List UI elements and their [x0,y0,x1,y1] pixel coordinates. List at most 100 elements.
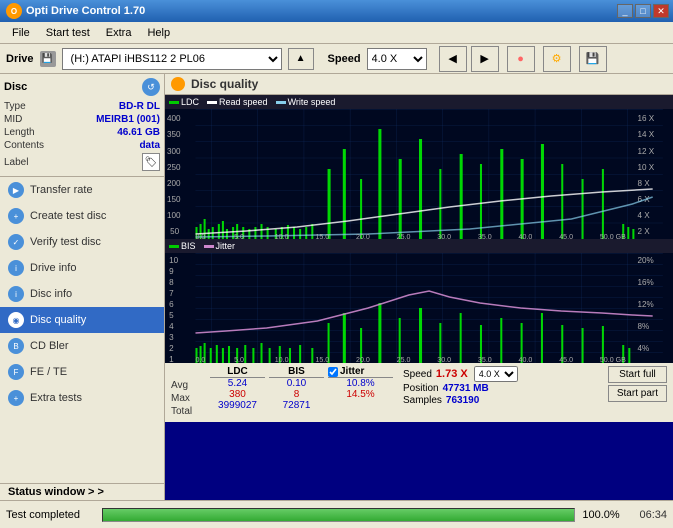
jitter-legend-label: Jitter [216,241,236,251]
prev-button[interactable]: ◀ [439,46,467,72]
jitter-legend-item: Jitter [204,241,236,251]
transfer-rate-label: Transfer rate [30,184,93,196]
avg-label: Avg [171,380,206,393]
minimize-button[interactable]: _ [617,4,633,18]
main-area: Disc ↺ Type BD-R DL MID MEIRB1 (001) Len… [0,74,673,500]
svg-text:100: 100 [167,211,181,220]
status-window-label: Status window > > [8,486,104,498]
ldc-legend-label: LDC [181,97,199,107]
bis-stats: BIS 0.10 8 72871 [269,366,324,411]
disc-section: Disc ↺ Type BD-R DL MID MEIRB1 (001) Len… [0,74,164,177]
svg-text:200: 200 [167,179,181,188]
disc-label-icon[interactable]: 🏷 [142,153,160,171]
disc-quality-icon: ◉ [8,312,24,328]
svg-text:4 X: 4 X [637,211,650,220]
svg-text:12 X: 12 X [637,147,654,156]
menu-help[interactable]: Help [139,25,178,41]
sidebar-item-transfer-rate[interactable]: ▶ Transfer rate [0,177,164,203]
bottom-status-bar: Test completed 100.0% 06:34 [0,500,673,528]
settings-button[interactable]: ⚙ [543,46,571,72]
menu-start-test[interactable]: Start test [38,25,98,41]
cd-bler-icon: B [8,338,24,354]
sidebar-item-fe-te[interactable]: F FE / TE [0,359,164,385]
disc-info-label: Disc info [30,288,72,300]
sidebar-item-create-test-disc[interactable]: + Create test disc [0,203,164,229]
content-title: Disc quality [191,77,258,91]
svg-text:45.0: 45.0 [559,357,573,363]
drive-select[interactable]: (H:) ATAPI iHBS112 2 PL06 [62,48,282,70]
bis-stat-header: BIS [269,366,324,378]
app-title: Opti Drive Control 1.70 [26,5,145,17]
sidebar-item-disc-quality[interactable]: ◉ Disc quality [0,307,164,333]
cd-bler-label: CD Bler [30,340,69,352]
svg-text:14 X: 14 X [637,130,654,139]
disc-length-value: 46.61 GB [117,127,160,138]
samples-stat-label: Samples [403,395,442,406]
close-button[interactable]: ✕ [653,4,669,18]
svg-text:10.0: 10.0 [275,234,289,239]
sidebar-item-extra-tests[interactable]: + Extra tests [0,385,164,411]
eject-button[interactable]: ▲ [288,48,314,70]
svg-text:20.0: 20.0 [356,357,370,363]
disc-quality-label: Disc quality [30,314,86,326]
progress-bar-fill [103,509,574,521]
read-speed-legend-item: Read speed [207,97,268,107]
transfer-rate-icon: ▶ [8,182,24,198]
next-button[interactable]: ▶ [471,46,499,72]
samples-row: Samples 763190 [403,395,518,406]
svg-text:25.0: 25.0 [397,357,411,363]
svg-text:2: 2 [169,344,174,353]
svg-text:16 X: 16 X [637,114,654,123]
maximize-button[interactable]: □ [635,4,651,18]
svg-text:9: 9 [169,267,174,276]
svg-text:10: 10 [169,256,179,265]
fe-te-icon: F [8,364,24,380]
ldc-avg: 5.24 [210,378,265,389]
bottom-chart: 10 9 8 7 6 5 4 3 2 1 20% 16% 12% 8% 4% [165,253,673,363]
svg-text:35.0: 35.0 [478,357,492,363]
sidebar-item-cd-bler[interactable]: B CD Bler [0,333,164,359]
svg-text:45.0: 45.0 [559,234,573,239]
jitter-checkbox[interactable] [328,367,338,377]
svg-text:8 X: 8 X [637,179,650,188]
verify-test-disc-icon: ✓ [8,234,24,250]
write-speed-legend-color [276,101,286,104]
jitter-max: 14.5% [328,389,393,400]
save-button[interactable]: 💾 [579,46,607,72]
top-legend: LDC Read speed Write speed [165,95,673,109]
start-full-button[interactable]: Start full [608,366,667,383]
start-part-button[interactable]: Start part [608,385,667,402]
position-stat-value: 47731 MB [443,383,489,394]
svg-text:3: 3 [169,333,174,342]
position-row: Position 47731 MB [403,383,518,394]
sidebar-item-drive-info[interactable]: i Drive info [0,255,164,281]
svg-text:150: 150 [167,195,181,204]
svg-text:16%: 16% [637,278,653,287]
svg-text:5.0: 5.0 [234,234,244,239]
read-speed-legend-color [207,101,217,104]
sidebar-item-verify-test-disc[interactable]: ✓ Verify test disc [0,229,164,255]
speed-select[interactable]: 4.0 X [367,48,427,70]
menu-file[interactable]: File [4,25,38,41]
svg-text:6: 6 [169,300,174,309]
title-bar: O Opti Drive Control 1.70 _ □ ✕ [0,0,673,22]
svg-text:4: 4 [169,322,174,331]
svg-text:50.0 GB: 50.0 GB [600,357,626,363]
charts-wrapper: LDC Read speed Write speed [165,95,673,500]
bis-legend-color [169,245,179,248]
bottom-legend: BIS Jitter [165,239,673,253]
svg-text:20.0: 20.0 [356,234,370,239]
disc-refresh-button[interactable]: ↺ [142,78,160,96]
action-buttons: Start full Start part [608,366,667,402]
speed-stat-select[interactable]: 4.0 X [474,366,518,382]
write-speed-legend-item: Write speed [276,97,336,107]
svg-text:250: 250 [167,163,181,172]
color-button[interactable]: ● [507,46,535,72]
write-speed-legend-label: Write speed [288,97,336,107]
ldc-legend-item: LDC [169,97,199,107]
jitter-stat-header: Jitter [340,366,364,377]
status-window-bar[interactable]: Status window > > [0,483,164,500]
disc-mid-value: MEIRB1 (001) [96,114,160,125]
sidebar-item-disc-info[interactable]: i Disc info [0,281,164,307]
menu-extra[interactable]: Extra [98,25,140,41]
